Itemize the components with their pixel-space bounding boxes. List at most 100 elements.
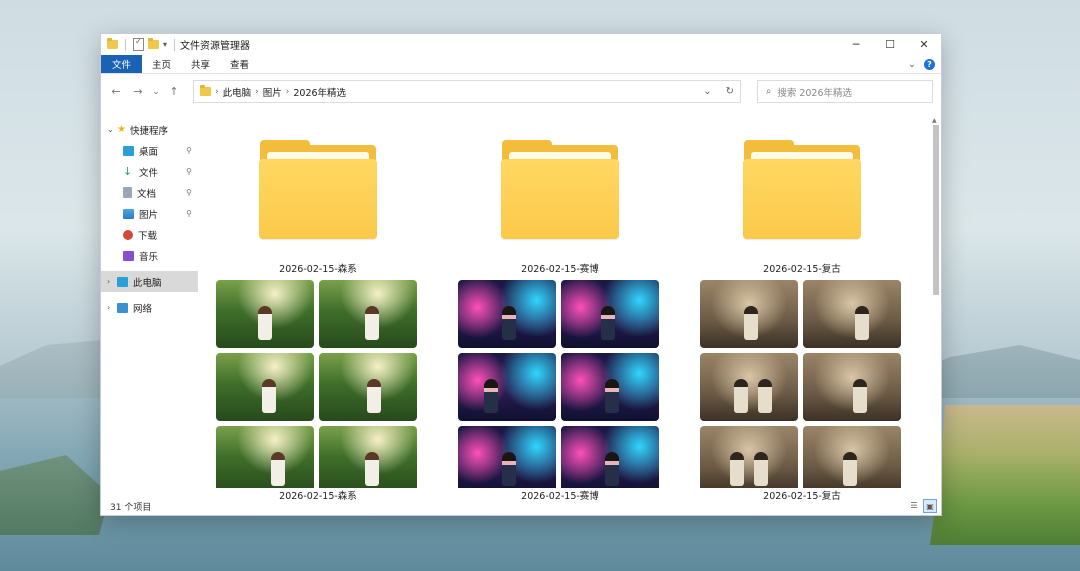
- window-controls: ─ ☐ ✕: [839, 34, 941, 55]
- customize-toolbar-chevron-icon[interactable]: ▾: [163, 40, 167, 49]
- sidebar-item-network[interactable]: › 网络: [101, 297, 198, 318]
- close-button[interactable]: ✕: [907, 34, 941, 55]
- photo-thumbnail[interactable]: [700, 353, 798, 421]
- photo-thumbnail: [843, 452, 857, 486]
- navigation-pane: ⌄ ★ 快捷程序 桌面 ⚲ ↓ 文件 ⚲ 文档 ⚲ 图片 ⚲ 下载 音乐 › 此…: [101, 109, 198, 497]
- photo-thumbnail: [271, 452, 285, 486]
- details-view-icon[interactable]: ☰: [908, 499, 920, 511]
- computer-icon: [117, 276, 128, 287]
- photo-grid-vintage: [700, 280, 901, 494]
- sidebar-item-label: 下载: [138, 230, 158, 242]
- address-bar[interactable]: › 此电脑 › 图片 › 2026年精选 ⌄ ↻: [193, 80, 741, 103]
- sidebar-item-label: 桌面: [139, 146, 159, 158]
- scroll-up-arrow-icon[interactable]: ▲: [932, 117, 937, 124]
- large-icons-view-icon[interactable]: ▣: [923, 499, 937, 513]
- photo-thumbnail[interactable]: [700, 280, 798, 348]
- tab-share[interactable]: 共享: [181, 55, 220, 73]
- photo-thumbnail: [855, 306, 869, 340]
- sidebar-item-this-pc[interactable]: › 此电脑: [101, 271, 198, 292]
- folder-icon[interactable]: [259, 140, 377, 240]
- sidebar-item-desktop[interactable]: 桌面 ⚲: [101, 140, 198, 161]
- status-bar: 31 个项目 ☰ ▣: [101, 497, 941, 515]
- folder-icon[interactable]: [501, 140, 619, 240]
- photo-thumbnail[interactable]: [561, 426, 659, 494]
- star-icon: ★: [117, 124, 126, 135]
- file-explorer-window: ▾ 文件资源管理器 ─ ☐ ✕ 文件 主页 共享 查看 ⌄ ? ← → ⌄ ↑ …: [100, 33, 942, 516]
- sidebar-item-music[interactable]: 音乐: [101, 245, 198, 266]
- expand-chevron-icon[interactable]: ›: [107, 277, 117, 286]
- folder-icon: [200, 85, 211, 96]
- sidebar-item-download[interactable]: 下载: [101, 224, 198, 245]
- photo-thumbnail: [365, 306, 379, 340]
- photo-thumbnail[interactable]: [700, 426, 798, 494]
- photo-grid-cyber: [458, 280, 659, 494]
- photo-thumbnail: [605, 452, 619, 486]
- photo-thumbnail[interactable]: [319, 280, 417, 348]
- recent-locations-chevron-icon[interactable]: ⌄: [151, 87, 161, 97]
- refresh-icon[interactable]: ↻: [726, 86, 734, 97]
- address-row: ← → ⌄ ↑ › 此电脑 › 图片 › 2026年精选 ⌄ ↻ ⌕ 搜索 20…: [101, 74, 941, 109]
- photo-thumbnail[interactable]: [561, 280, 659, 348]
- maximize-button[interactable]: ☐: [873, 34, 907, 55]
- properties-icon[interactable]: [133, 37, 144, 51]
- expand-chevron-icon[interactable]: ⌄: [107, 125, 117, 134]
- breadcrumb-separator: ›: [215, 86, 219, 97]
- scrollbar-thumb[interactable]: [933, 125, 939, 295]
- back-arrow-icon[interactable]: ←: [107, 85, 125, 98]
- photo-thumbnail: [258, 306, 272, 340]
- search-input[interactable]: ⌕ 搜索 2026年精选: [757, 80, 933, 103]
- forward-arrow-icon[interactable]: →: [129, 85, 147, 98]
- address-history-chevron-icon[interactable]: ⌄: [703, 86, 711, 97]
- folder-name[interactable]: 2026-02-15-复古: [700, 261, 904, 275]
- help-icon[interactable]: ?: [924, 58, 935, 70]
- photo-thumbnail: [730, 452, 744, 486]
- breadcrumb-pictures[interactable]: 图片: [263, 85, 282, 99]
- sidebar-item-documents[interactable]: 文档 ⚲: [101, 182, 198, 203]
- breadcrumb-current-folder[interactable]: 2026年精选: [293, 85, 346, 99]
- pin-icon: ⚲: [186, 188, 192, 197]
- tab-home[interactable]: 主页: [142, 55, 181, 73]
- photo-thumbnail[interactable]: [458, 353, 556, 421]
- photo-thumbnail[interactable]: [803, 426, 901, 494]
- address-bar-actions: ⌄ ↻: [703, 86, 734, 97]
- new-folder-icon[interactable]: [148, 38, 159, 49]
- vertical-scrollbar[interactable]: ▲: [931, 117, 941, 497]
- photo-thumbnail[interactable]: [216, 353, 314, 421]
- sidebar-item-label: 快捷程序: [129, 125, 168, 137]
- ribbon-tabs: 文件 主页 共享 查看 ⌄ ?: [101, 55, 941, 74]
- sidebar-item-quick-access[interactable]: ⌄ ★ 快捷程序: [101, 119, 198, 140]
- photo-thumbnail[interactable]: [216, 426, 314, 494]
- sidebar-item-label: 此电脑: [133, 277, 162, 289]
- photo-grid-forest: [216, 280, 417, 494]
- photo-thumbnail[interactable]: [319, 426, 417, 494]
- tab-file[interactable]: 文件: [101, 55, 143, 73]
- folder-name[interactable]: 2026-02-15-森系: [216, 261, 420, 275]
- photo-thumbnail[interactable]: [319, 353, 417, 421]
- photo-thumbnail[interactable]: [216, 280, 314, 348]
- ribbon-right-controls: ⌄ ?: [908, 55, 941, 73]
- photo-thumbnail[interactable]: [803, 353, 901, 421]
- expand-ribbon-chevron-icon[interactable]: ⌄: [908, 59, 916, 70]
- photo-thumbnail: [758, 379, 772, 413]
- photo-thumbnail[interactable]: [458, 426, 556, 494]
- folder-name[interactable]: 2026-02-15-赛博: [458, 261, 662, 275]
- sidebar-item-label: 网络: [133, 303, 153, 315]
- up-arrow-icon[interactable]: ↑: [165, 85, 183, 98]
- tab-view[interactable]: 查看: [220, 55, 259, 73]
- photo-thumbnail: [502, 452, 516, 486]
- minimize-button[interactable]: ─: [839, 34, 873, 55]
- folder-icon: [107, 38, 118, 49]
- photo-thumbnail[interactable]: [803, 280, 901, 348]
- sidebar-item-pictures[interactable]: 图片 ⚲: [101, 203, 198, 224]
- photo-thumbnail[interactable]: [561, 353, 659, 421]
- folder-icon[interactable]: [743, 140, 861, 240]
- sidebar-item-downloads[interactable]: ↓ 文件 ⚲: [101, 161, 198, 182]
- music-disc-icon: [123, 229, 133, 240]
- toolbar-divider: [174, 38, 176, 51]
- photo-thumbnail: [853, 379, 867, 413]
- pin-icon: ⚲: [186, 209, 192, 218]
- expand-chevron-icon[interactable]: ›: [107, 303, 117, 312]
- photo-thumbnail[interactable]: [458, 280, 556, 348]
- toolbar-divider: [125, 38, 126, 51]
- breadcrumb-this-pc[interactable]: 此电脑: [223, 85, 252, 99]
